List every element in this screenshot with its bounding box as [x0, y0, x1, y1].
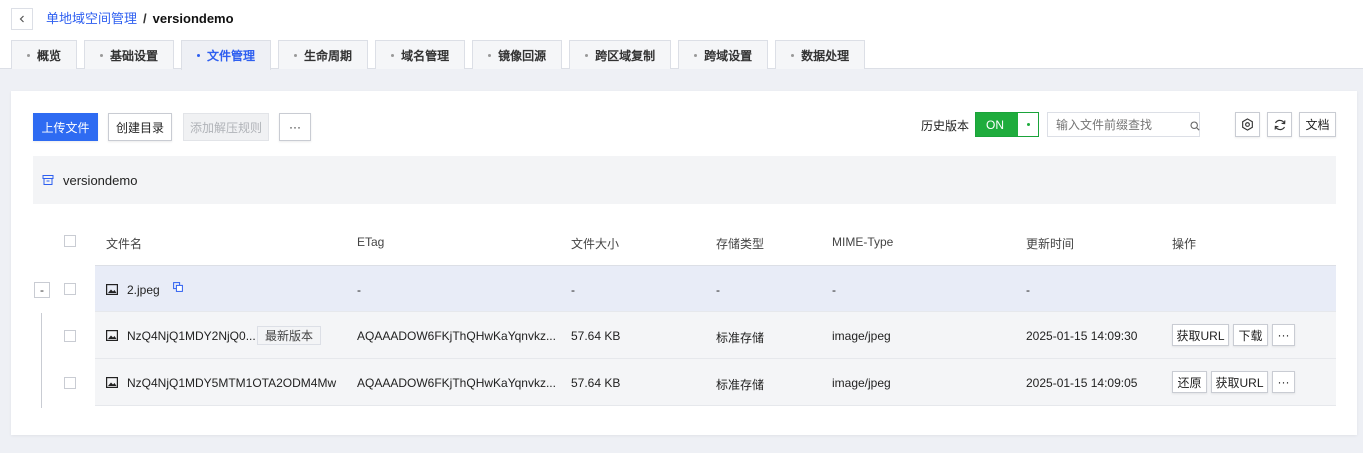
gear-icon [1242, 118, 1253, 131]
column-header-actions: 操作 [1172, 237, 1197, 251]
updated-time: 2025-01-15 14:09:05 [1026, 376, 1138, 390]
file-size: - [571, 283, 575, 297]
image-file-icon [106, 330, 118, 341]
mime-type: image/jpeg [832, 329, 891, 343]
tab-cors-settings[interactable]: 跨域设置 [678, 40, 769, 69]
tab-label: 域名管理 [401, 48, 450, 63]
collapse-toggle[interactable]: - [34, 282, 50, 298]
docs-button[interactable]: 文档 [1299, 112, 1336, 137]
settings-button[interactable] [1235, 112, 1260, 137]
upload-file-button[interactable]: 上传文件 [33, 113, 98, 141]
tab-file-management[interactable]: 文件管理 [181, 40, 272, 70]
bucket-name: versiondemo [63, 172, 138, 188]
row-more-button[interactable]: ··· [1272, 324, 1295, 346]
toggle-knob [1018, 113, 1038, 136]
tab-data-processing[interactable]: 数据处理 [775, 40, 866, 69]
etag-value: AQAAADOW6FKjThQHwKaYqnvkz... [357, 329, 556, 343]
toggle-on-label: ON [976, 113, 1018, 136]
version-tree-line [41, 313, 42, 408]
prefix-search-input[interactable] [1047, 112, 1200, 137]
tab-label: 跨区域复制 [595, 48, 656, 63]
updated-time: 2025-01-15 14:09:30 [1026, 329, 1138, 343]
column-header-updated-time: 更新时间 [1026, 237, 1075, 251]
tab-label: 生命周期 [304, 48, 353, 63]
select-all-checkbox[interactable] [64, 235, 76, 247]
column-header-size: 文件大小 [571, 237, 620, 251]
mime-type: - [832, 283, 836, 297]
row-checkbox[interactable] [64, 377, 76, 389]
tab-dot-icon [27, 53, 30, 57]
row-more-button[interactable]: ··· [1272, 371, 1295, 393]
row-checkbox[interactable] [64, 283, 76, 295]
add-unzip-rule-button[interactable]: 添加解压规则 [183, 113, 269, 141]
tab-bar: 概览 基础设置 文件管理 生命周期 域名管理 镜像回源 跨区域复制 跨域设置 数… [11, 40, 872, 70]
tab-overview[interactable]: 概览 [11, 40, 78, 69]
tab-label: 基础设置 [110, 48, 159, 63]
get-url-button[interactable]: 获取URL [1211, 371, 1268, 393]
chevron-left-icon [19, 15, 24, 23]
tab-label: 概览 [37, 48, 62, 63]
column-header-storage-type: 存储类型 [716, 237, 765, 251]
table-row: 2.jpeg - - - - - [95, 265, 1336, 312]
tab-label: 文件管理 [207, 49, 256, 63]
tab-dot-icon [294, 53, 298, 57]
restore-button[interactable]: 还原 [1172, 371, 1207, 393]
tab-dot-icon [585, 53, 589, 57]
etag-value: - [357, 283, 361, 297]
copy-icon[interactable] [173, 282, 183, 292]
tab-basic-settings[interactable]: 基础设置 [84, 40, 175, 69]
breadcrumb-separator: / [143, 11, 147, 26]
tab-dot-icon [488, 53, 492, 57]
breadcrumb-current: versiondemo [152, 11, 234, 26]
file-version-name[interactable]: NzQ4NjQ1MDY5MTM1OTA2ODM4Mw [127, 376, 336, 390]
bucket-icon [42, 175, 54, 185]
get-url-button[interactable]: 获取URL [1172, 324, 1229, 346]
column-header-filename: 文件名 [106, 237, 143, 251]
table-row: NzQ4NjQ1MDY2NjQ0... 最新版本 AQAAADOW6FKjThQ… [95, 312, 1336, 359]
image-file-icon [106, 284, 118, 295]
file-size: 57.64 KB [571, 329, 621, 343]
tab-dot-icon [391, 53, 395, 57]
breadcrumb-parent-link[interactable]: 单地域空间管理 [46, 11, 137, 26]
page-header: 单地域空间管理 / versiondemo 概览 基础设置 文件管理 生命周期 域名… [0, 0, 1363, 70]
tab-dot-icon [100, 53, 104, 57]
file-name[interactable]: 2.jpeg [127, 283, 160, 297]
storage-type: 标准存储 [716, 331, 765, 345]
tab-mirror-origin[interactable]: 镜像回源 [472, 40, 563, 69]
more-actions-button[interactable]: ··· [279, 113, 311, 141]
history-version-toggle[interactable]: ON [975, 112, 1039, 137]
create-directory-button[interactable]: 创建目录 [108, 113, 172, 141]
history-version-label: 历史版本 [921, 119, 970, 133]
updated-time: - [1026, 283, 1030, 297]
etag-value: AQAAADOW6FKjThQHwKaYqnvkz... [357, 376, 556, 390]
tab-domain-management[interactable]: 域名管理 [375, 40, 466, 69]
column-header-etag: ETag [357, 235, 385, 249]
search-icon[interactable] [1190, 121, 1200, 131]
bucket-path-bar: versiondemo [33, 156, 1336, 204]
refresh-button[interactable] [1267, 112, 1292, 137]
latest-version-badge: 最新版本 [257, 326, 322, 345]
refresh-icon [1274, 119, 1285, 130]
image-file-icon [106, 377, 118, 388]
column-header-mime-type: MIME-Type [832, 235, 894, 249]
tab-cross-region-replication[interactable]: 跨区域复制 [569, 40, 672, 69]
storage-type: 标准存储 [716, 378, 765, 392]
table-row: NzQ4NjQ1MDY5MTM1OTA2ODM4Mw AQAAADOW6FKjT… [95, 359, 1336, 406]
storage-type: - [716, 283, 720, 297]
row-checkbox[interactable] [64, 330, 76, 342]
breadcrumb: 单地域空间管理 / versiondemo [46, 11, 234, 27]
file-management-panel: 上传文件 创建目录 添加解压规则 ··· 历史版本 ON 文档 versiond… [11, 91, 1357, 435]
tab-dot-icon [791, 53, 795, 57]
file-version-name[interactable]: NzQ4NjQ1MDY2NjQ0... [127, 329, 256, 343]
file-size: 57.64 KB [571, 376, 621, 390]
download-button[interactable]: 下载 [1233, 324, 1268, 346]
mime-type: image/jpeg [832, 376, 891, 390]
tab-label: 数据处理 [801, 48, 850, 63]
tab-lifecycle[interactable]: 生命周期 [278, 40, 369, 69]
tab-dot-icon [197, 54, 201, 57]
tab-label: 跨域设置 [704, 48, 753, 63]
tab-dot-icon [694, 53, 698, 57]
tab-label: 镜像回源 [498, 48, 547, 63]
back-button[interactable] [11, 8, 33, 30]
